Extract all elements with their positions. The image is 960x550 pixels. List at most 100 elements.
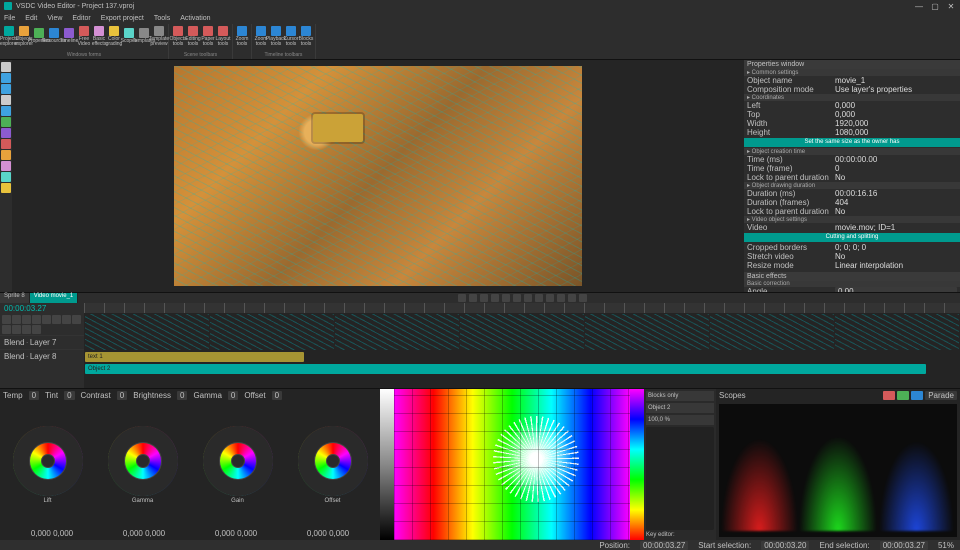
clip-text1[interactable]: text 1 [85, 352, 304, 362]
tool-video[interactable] [1, 139, 11, 149]
timeline-tool-5[interactable] [52, 315, 61, 324]
tool-cursor[interactable] [1, 62, 11, 72]
tool-sprite[interactable] [1, 161, 11, 171]
cw-brightness[interactable]: 0 [177, 391, 187, 400]
timeline-thumb[interactable] [460, 314, 584, 350]
play-button[interactable] [480, 294, 488, 302]
section-object-creation-time[interactable]: ▸ Object creation time [744, 148, 960, 155]
ribbon-objects-tools[interactable]: Objects tools [171, 25, 185, 47]
timeline-tool-0[interactable] [2, 315, 11, 324]
tool-image[interactable] [1, 150, 11, 160]
menu-tools[interactable]: Tools [154, 15, 170, 22]
ribbon-template-preview[interactable]: Template preview [152, 25, 166, 47]
ribbon-paper-tools[interactable]: Paper tools [201, 25, 215, 47]
ribbon-editing-tools[interactable]: Editing tools [186, 25, 200, 47]
cut-button[interactable] [535, 294, 543, 302]
timeline-tool-9[interactable] [12, 325, 21, 334]
prop-height[interactable]: 1080,000 [835, 128, 957, 137]
accent-button[interactable]: Cutting and splitting [744, 233, 960, 242]
ribbon-layout-tools[interactable]: Layout tools [216, 25, 230, 47]
menu-file[interactable]: File [4, 15, 15, 22]
next-frame-button[interactable] [502, 294, 510, 302]
close-icon[interactable]: ✕ [946, 2, 956, 11]
timeline-tool-10[interactable] [22, 325, 31, 334]
timeline-tool-2[interactable] [22, 315, 31, 324]
tool-anim[interactable] [1, 172, 11, 182]
tool-counter[interactable] [1, 183, 11, 193]
timeline-tab-sprite[interactable]: Sprite 8 [0, 293, 30, 303]
stop-button[interactable] [491, 294, 499, 302]
prop-cropped-borders[interactable]: 0; 0; 0; 0 [835, 243, 957, 252]
skip-end-button[interactable] [513, 294, 521, 302]
clip-object2[interactable]: Object 2 [85, 364, 926, 374]
prop-object-name[interactable]: movie_1 [835, 76, 957, 85]
menu-activation[interactable]: Activation [180, 15, 210, 22]
preview-area[interactable] [12, 60, 744, 292]
tool-chart[interactable] [1, 117, 11, 127]
prop-duration-frames-[interactable]: 404 [835, 198, 957, 207]
timeline-thumb[interactable] [710, 314, 834, 350]
prop-top[interactable]: 0,000 [835, 110, 957, 119]
prop-video[interactable]: movie.mov; ID=1 [835, 223, 957, 232]
timeline-thumb[interactable] [835, 314, 959, 350]
skip-start-button[interactable] [458, 294, 466, 302]
hue-strip[interactable] [630, 389, 644, 540]
menu-edit[interactable]: Edit [25, 15, 37, 22]
color-wheel-lift[interactable] [13, 426, 83, 496]
ribbon-playback-tools[interactable]: Playback tools [269, 25, 283, 47]
mini-timeline[interactable] [646, 427, 714, 530]
prop-lock-to-parent-duration[interactable]: No [835, 173, 957, 182]
timeline-tool-4[interactable] [42, 315, 51, 324]
color-wheel-gain[interactable] [203, 426, 273, 496]
cw-temp[interactable]: 0 [29, 391, 39, 400]
timeline-thumb[interactable] [335, 314, 459, 350]
track-blend-2[interactable]: Blend [4, 352, 24, 361]
preview-canvas[interactable] [174, 66, 582, 286]
ribbon-cursor-tools[interactable]: Cursor tools [284, 25, 298, 47]
ribbon-color-grading[interactable]: Color grading [107, 25, 121, 47]
color-wheel-offset[interactable] [298, 426, 368, 496]
section-object-drawing-duration[interactable]: ▸ Object drawing duration [744, 182, 960, 189]
menu-export-project[interactable]: Export project [101, 15, 144, 22]
zoom-pct[interactable]: 100,0 % [646, 415, 714, 425]
timeline-tool-8[interactable] [2, 325, 11, 334]
cw-tint[interactable]: 0 [64, 391, 74, 400]
cw-offset[interactable]: 0 [272, 391, 282, 400]
scope-mode-green[interactable] [897, 391, 909, 400]
section-video-object-settings[interactable]: ▸ Video object settings [744, 216, 960, 223]
scope-mode-blue[interactable] [911, 391, 923, 400]
zoom-in-button[interactable] [557, 294, 565, 302]
prop-composition-mode[interactable]: Use layer's properties [835, 85, 957, 94]
prop-lock-to-parent-duration[interactable]: No [835, 207, 957, 216]
luma-strip[interactable] [380, 389, 394, 540]
accent-button[interactable]: Set the same size as the owner has [744, 138, 960, 147]
prop-time-frame-[interactable]: 0 [835, 164, 957, 173]
prop-duration-ms-[interactable]: 00:00:16.16 [835, 189, 957, 198]
section-common-settings[interactable]: ▸ Common settings [744, 69, 960, 76]
zoom-out-button[interactable] [568, 294, 576, 302]
timeline-tool-3[interactable] [32, 315, 41, 324]
ribbon-projects-explorer[interactable]: Projects explorer [2, 25, 16, 47]
ribbon-zoom-tools[interactable]: Zoom tools [235, 25, 249, 47]
ribbon-timeline[interactable]: Timeline [62, 25, 76, 47]
ribbon-free-video[interactable]: Free Video [77, 25, 91, 47]
section-coordinates[interactable]: ▸ Coordinates [744, 94, 960, 101]
timeline-tool-1[interactable] [12, 315, 21, 324]
ribbon-blocks-tools[interactable]: Blocks tools [299, 25, 313, 47]
menu-view[interactable]: View [47, 15, 62, 22]
color-wheel-gamma[interactable] [108, 426, 178, 496]
timeline-tool-6[interactable] [62, 315, 71, 324]
time-ruler[interactable] [84, 303, 960, 313]
prop-time-ms-[interactable]: 00:00:00.00 [835, 155, 957, 164]
prop-stretch-video[interactable]: No [835, 252, 957, 261]
scope-parade-tab[interactable]: Parade [925, 391, 957, 400]
tool-ellipse[interactable] [1, 84, 11, 94]
object-field[interactable]: Object 2 [646, 403, 714, 413]
prop-left[interactable]: 0,000 [835, 101, 957, 110]
angle-value[interactable]: 0,00 [835, 287, 957, 292]
minimize-icon[interactable]: — [914, 2, 924, 11]
blocks-mode-select[interactable]: Blocks only [646, 391, 714, 401]
loop-button[interactable] [524, 294, 532, 302]
timeline-thumb[interactable] [210, 314, 334, 350]
maximize-icon[interactable]: ▢ [930, 2, 940, 11]
